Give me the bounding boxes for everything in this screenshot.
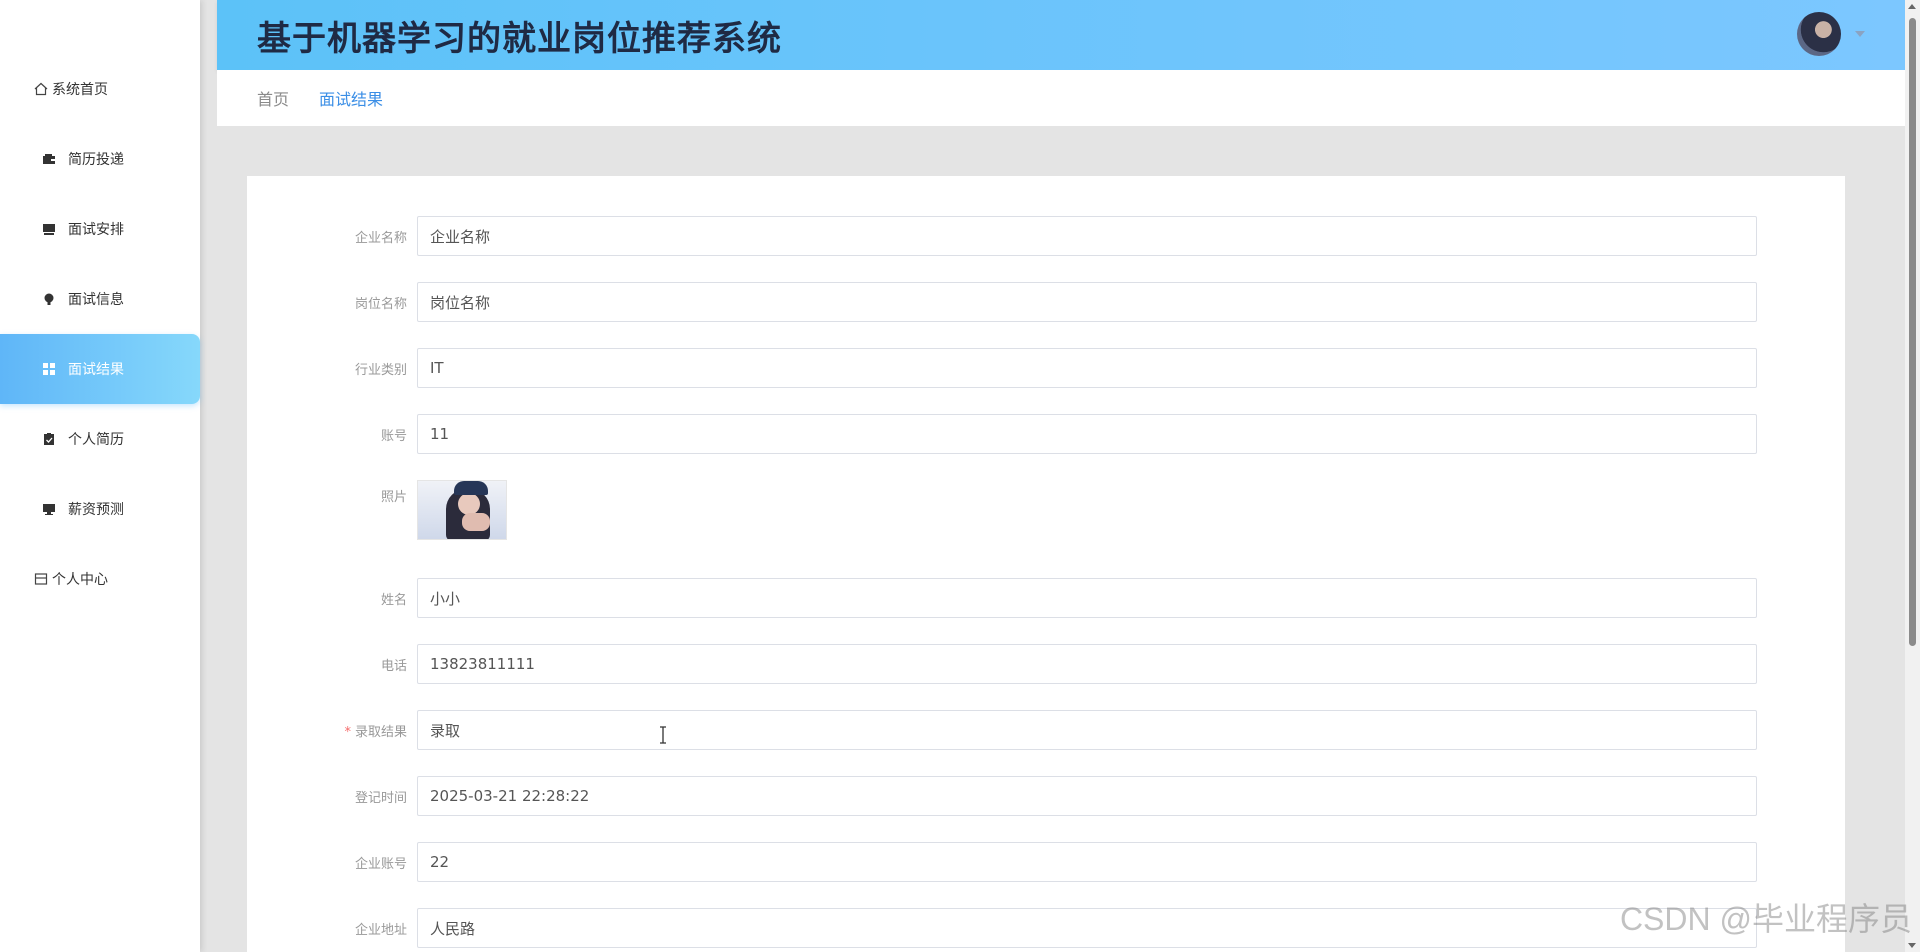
- sidebar-item-my-resume[interactable]: 个人简历: [0, 404, 200, 474]
- monitor-icon: [42, 222, 56, 236]
- account-field[interactable]: 11: [417, 414, 1757, 454]
- sidebar-item-label: 系统首页: [52, 82, 108, 98]
- text-cursor-icon: [660, 726, 666, 744]
- bulb-icon: [42, 292, 56, 306]
- form-row-company-address: 企业地址 人民路: [247, 908, 1757, 948]
- breadcrumb-home[interactable]: 首页: [257, 86, 289, 110]
- sidebar: 系统首页 简历投递 面试安排 面试信息 面试结果 个人简历 薪资预测 个人中心: [0, 0, 200, 952]
- breadcrumb: 首页 面试结果: [217, 70, 1905, 126]
- company-name-label: 企业名称: [354, 230, 407, 246]
- industry-field[interactable]: IT: [417, 348, 1757, 388]
- sidebar-item-label: 个人简历: [68, 432, 124, 448]
- grid-icon: [42, 362, 56, 376]
- form-row-company-name: 企业名称 企业名称: [247, 216, 1757, 256]
- photo-cap: [454, 481, 488, 495]
- phone-label: 电话: [380, 658, 407, 674]
- form-row-job-name: 岗位名称 岗位名称: [247, 282, 1757, 322]
- sidebar-item-personal-center[interactable]: 个人中心: [0, 544, 200, 614]
- chevron-down-icon[interactable]: [1855, 31, 1865, 37]
- form-row-photo: 照片: [247, 480, 507, 540]
- account-label: 账号: [380, 428, 407, 444]
- industry-label: 行业类别: [354, 362, 407, 378]
- form-row-phone: 电话 13823811111: [247, 644, 1757, 684]
- avatar[interactable]: [1797, 12, 1841, 56]
- sidebar-item-interview-result[interactable]: 面试结果: [0, 334, 200, 404]
- page-scrollbar[interactable]: [1905, 0, 1920, 952]
- form-row-company-account: 企业账号 22: [247, 842, 1757, 882]
- result-label: * 录取结果: [247, 721, 417, 740]
- sidebar-item-resume-submit[interactable]: 简历投递: [0, 124, 200, 194]
- sidebar-item-interview-info[interactable]: 面试信息: [0, 264, 200, 334]
- sidebar-item-label: 面试安排: [68, 222, 124, 238]
- form-row-name: 姓名 小小: [247, 578, 1757, 618]
- form-row-result: * 录取结果 录取: [247, 710, 1757, 750]
- job-name-label: 岗位名称: [354, 296, 407, 312]
- user-menu[interactable]: [1797, 12, 1865, 56]
- sidebar-item-interview-schedule[interactable]: 面试安排: [0, 194, 200, 264]
- name-label: 姓名: [380, 592, 407, 608]
- sidebar-item-home[interactable]: 系统首页: [0, 54, 200, 124]
- wallet-icon: [42, 152, 56, 166]
- job-name-field[interactable]: 岗位名称: [417, 282, 1757, 322]
- photo-thumbnail[interactable]: [417, 480, 507, 540]
- breadcrumb-current: 面试结果: [319, 90, 384, 109]
- scroll-thumb[interactable]: [1909, 18, 1916, 646]
- company-account-field[interactable]: 22: [417, 842, 1757, 882]
- name-field[interactable]: 小小: [417, 578, 1757, 618]
- sidebar-item-label: 个人中心: [52, 572, 108, 588]
- sidebar-item-label: 简历投递: [68, 152, 124, 168]
- reg-time-field[interactable]: 2025-03-21 22:28:22: [417, 776, 1757, 816]
- company-account-label: 企业账号: [354, 856, 407, 872]
- form-row-account: 账号 11: [247, 414, 1757, 454]
- form-row-industry: 行业类别 IT: [247, 348, 1757, 388]
- sidebar-item-label: 薪资预测: [68, 502, 124, 518]
- company-address-field[interactable]: 人民路: [417, 908, 1757, 948]
- phone-field[interactable]: 13823811111: [417, 644, 1757, 684]
- required-mark: *: [344, 724, 351, 740]
- sidebar-item-salary-predict[interactable]: 薪资预测: [0, 474, 200, 544]
- photo-face: [458, 493, 480, 515]
- sidebar-item-label: 面试信息: [68, 292, 124, 308]
- sidebar-item-label: 面试结果: [68, 362, 124, 378]
- top-header: 基于机器学习的就业岗位推荐系统: [217, 0, 1905, 70]
- company-name-field[interactable]: 企业名称: [417, 216, 1757, 256]
- desktop-icon: [42, 502, 56, 516]
- sidebar-nav: 系统首页 简历投递 面试安排 面试信息 面试结果 个人简历 薪资预测 个人中心: [0, 0, 200, 614]
- app-title: 基于机器学习的就业岗位推荐系统: [257, 18, 782, 59]
- panel-icon: [34, 572, 48, 586]
- scroll-up-icon[interactable]: [1908, 4, 1916, 9]
- clipboard-icon: [42, 432, 56, 446]
- home-icon: [34, 82, 48, 96]
- photo-label: 照片: [380, 490, 407, 505]
- reg-time-label: 登记时间: [354, 790, 407, 806]
- watermark: CSDN @毕业程序员: [1619, 901, 1912, 937]
- result-field[interactable]: 录取: [417, 710, 1757, 750]
- result-label-text: 录取结果: [354, 724, 407, 740]
- photo-hand: [462, 513, 490, 531]
- form-row-reg-time: 登记时间 2025-03-21 22:28:22: [247, 776, 1757, 816]
- detail-form: 企业名称 企业名称 岗位名称 岗位名称 行业类别 IT 账号 11 照片 姓名 …: [247, 176, 1845, 952]
- company-address-label: 企业地址: [354, 922, 407, 938]
- scroll-down-icon[interactable]: [1908, 943, 1916, 948]
